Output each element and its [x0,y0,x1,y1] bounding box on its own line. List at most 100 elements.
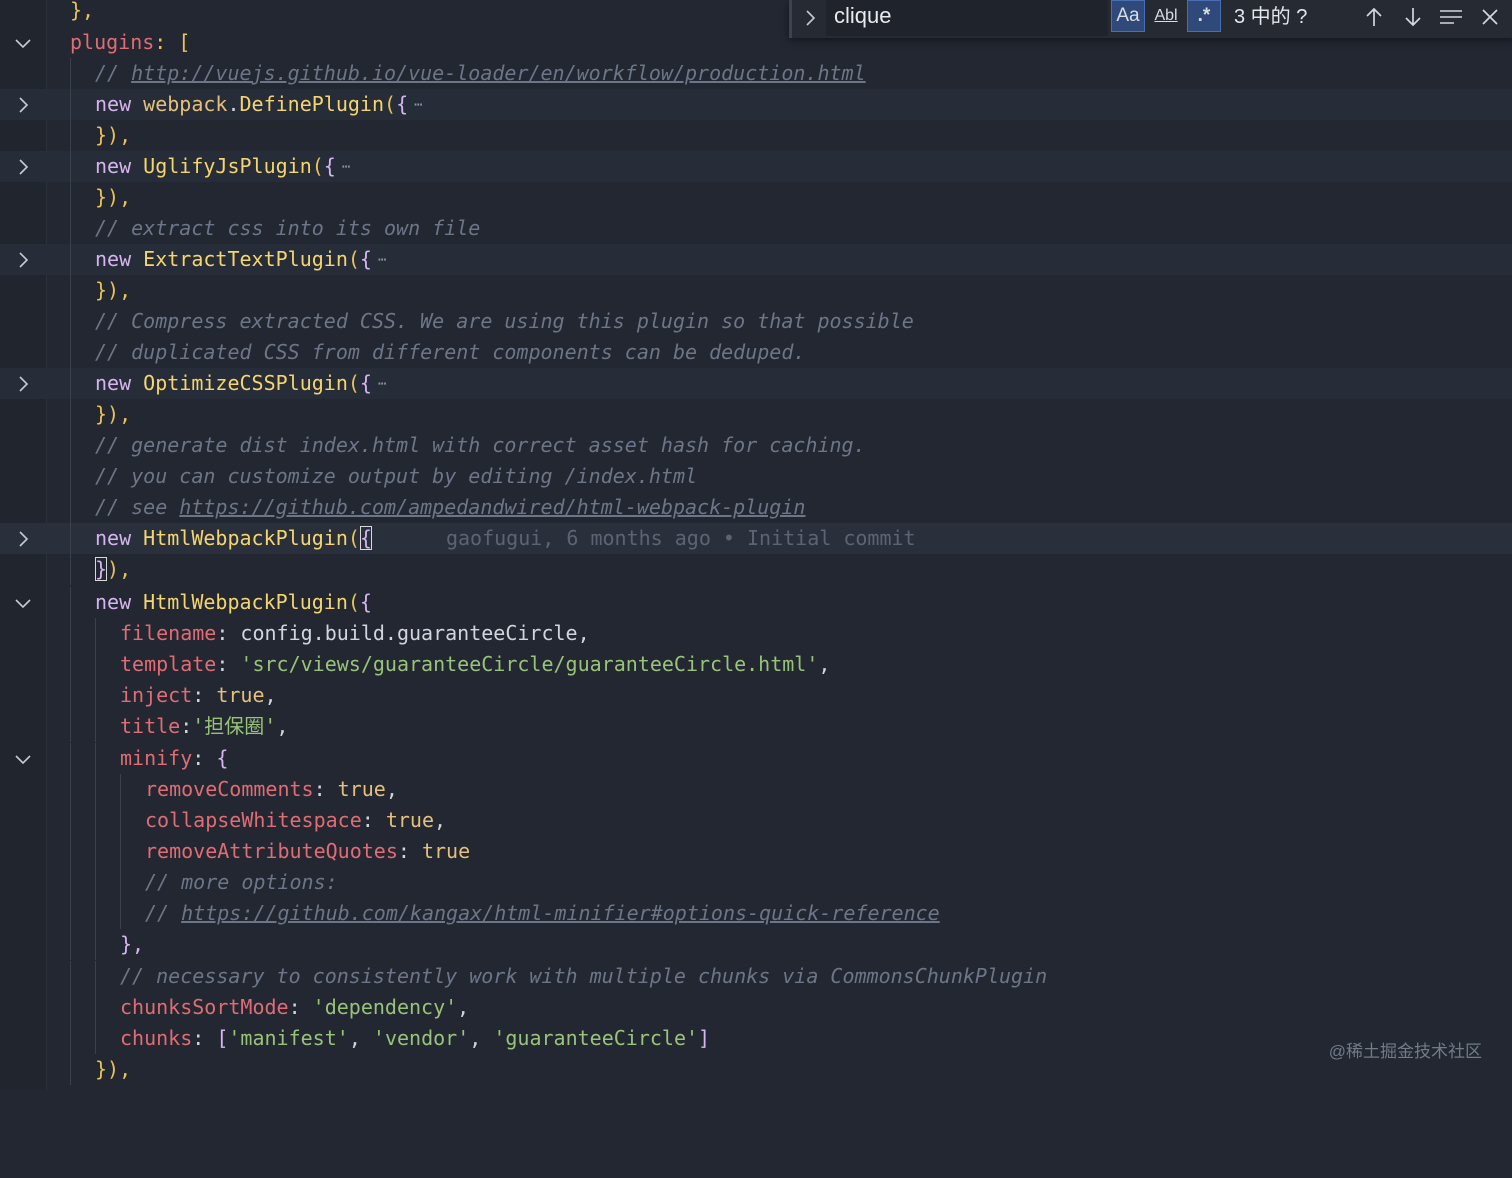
code-function: ExtractTextPlugin [143,247,348,271]
comment-link[interactable]: http://vuejs.github.io/vue-loader/en/wor… [131,61,866,85]
code-property: chunks [120,1026,193,1050]
regex-toggle[interactable]: .* [1187,0,1221,32]
chevron-down-icon[interactable] [14,594,32,612]
indent-guide [70,399,71,430]
folded-ellipsis-icon[interactable]: ⋯ [342,159,350,175]
code-token: ), [107,557,132,581]
toggle-replace-chevron-icon[interactable] [800,6,822,30]
code-line[interactable]: new HtmlWebpackPlugin({ [0,587,1512,618]
indent-guide [120,774,121,805]
code-token: }), [95,278,132,302]
code-token: ( [384,92,397,116]
code-line[interactable]: new ExtractTextPlugin({⋯ [0,244,1512,275]
code-token: { [359,590,372,614]
indent-guide [95,618,96,649]
code-editor[interactable]: }, plugins: [ // http://vuejs.github.io/… [0,0,1512,1090]
find-in-selection-button[interactable] [1436,2,1466,32]
code-line[interactable]: removeAttributeQuotes: true [0,836,1512,867]
indent-guide [70,743,71,774]
code-line[interactable]: inject: true, [0,680,1512,711]
code-line[interactable]: minify: { [0,743,1512,774]
code-line[interactable]: }, [0,929,1512,960]
code-line[interactable]: filename: config.build.guaranteeCircle, [0,618,1512,649]
code-line[interactable]: chunks: ['manifest', 'vendor', 'guarante… [0,1023,1512,1054]
code-line[interactable]: // duplicated CSS from different compone… [0,337,1512,368]
code-line[interactable]: // Compress extracted CSS. We are using … [0,306,1512,337]
code-line[interactable]: // necessary to consistently work with m… [0,961,1512,992]
code-line[interactable]: // you can customize output by editing /… [0,461,1512,492]
indent-guide [95,961,96,992]
indent-guide [70,306,71,337]
code-line[interactable]: collapseWhitespace: true, [0,805,1512,836]
previous-match-button[interactable] [1359,2,1389,32]
indent-guide [95,898,96,929]
code-property: inject [120,683,193,707]
code-function: HtmlWebpackPlugin [143,526,348,550]
chevron-right-icon[interactable] [14,158,32,176]
chevron-right-icon[interactable] [14,251,32,269]
folded-ellipsis-icon[interactable]: ⋯ [378,376,386,392]
code-token: }, [120,932,145,956]
code-line[interactable]: template: 'src/views/guaranteeCircle/gua… [0,649,1512,680]
code-line[interactable]: // extract css into its own file [0,213,1512,244]
code-line[interactable]: }), [0,1054,1512,1085]
chevron-right-icon[interactable] [14,375,32,393]
chevron-down-icon[interactable] [14,34,32,52]
code-property: removeComments [145,777,314,801]
indent-guide [95,774,96,805]
code-line[interactable]: // more options: [0,867,1512,898]
indent-guide [95,680,96,711]
arrow-down-icon [1405,8,1421,27]
whole-word-toggle[interactable]: Abl [1149,0,1183,32]
code-comment: // [95,61,132,85]
indent-guide [70,992,71,1023]
match-case-toggle[interactable]: Aa [1111,0,1145,32]
code-line[interactable]: // see https://github.com/ampedandwired/… [0,492,1512,523]
code-token: ( [347,526,360,550]
code-string: 'vendor' [372,1026,470,1050]
code-line[interactable]: }), [0,554,1512,585]
code-line[interactable]: }), [0,399,1512,430]
indent-guide [95,711,96,742]
code-line[interactable]: new webpack.DefinePlugin({⋯ [0,89,1512,120]
next-match-button[interactable] [1398,2,1428,32]
close-find-button[interactable] [1475,2,1505,32]
code-token: ( [347,247,360,271]
code-property: chunksSortMode [120,995,289,1019]
folded-ellipsis-icon[interactable]: ⋯ [414,97,422,113]
code-token: true [337,777,386,801]
code-line[interactable]: }), [0,275,1512,306]
code-string: 'manifest' [228,1026,349,1050]
code-line[interactable]: title:'担保圈', [0,711,1512,742]
code-token: { [216,746,229,770]
indent-guide [70,774,71,805]
indent-guide [70,554,71,585]
git-blame-annotation: gaofugui, 6 months ago • Initial commit [445,526,916,550]
code-token: }), [95,1057,132,1081]
indent-guide [70,337,71,368]
code-line[interactable]: new OptimizeCSSPlugin({⋯ [0,368,1512,399]
current-code-line[interactable]: new HtmlWebpackPlugin({gaofugui, 6 month… [0,523,1512,554]
chevron-right-icon[interactable] [14,530,32,548]
code-line[interactable]: // generate dist index.html with correct… [0,430,1512,461]
comment-link[interactable]: https://github.com/kangax/html-minifier#… [181,901,940,925]
code-line[interactable]: new UglifyJsPlugin({⋯ [0,151,1512,182]
chevron-down-icon[interactable] [14,750,32,768]
code-line[interactable]: // https://github.com/kangax/html-minifi… [0,898,1512,929]
code-line[interactable]: }), [0,182,1512,213]
code-line[interactable]: removeComments: true, [0,774,1512,805]
folded-ellipsis-icon[interactable]: ⋯ [378,252,386,268]
code-token: }, [70,0,95,22]
find-input[interactable]: clique [826,0,1108,36]
code-token: { [323,154,336,178]
matched-bracket: } [95,557,108,581]
indent-guide [70,120,71,151]
code-line[interactable]: // http://vuejs.github.io/vue-loader/en/… [0,58,1512,89]
indent-guide [70,867,71,898]
indent-guide [70,618,71,649]
code-line[interactable]: }), [0,120,1512,151]
comment-link[interactable]: https://github.com/ampedandwired/html-we… [179,495,805,519]
code-line[interactable]: chunksSortMode: 'dependency', [0,992,1512,1023]
code-comment: // generate dist index.html with correct… [95,433,866,457]
chevron-right-icon[interactable] [14,96,32,114]
